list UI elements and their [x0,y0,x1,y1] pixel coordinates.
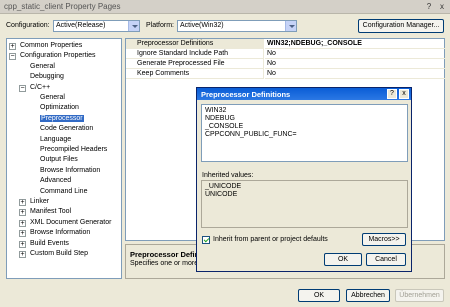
inherited-values-label: Inherited values: [202,172,254,179]
ok-button[interactable]: OK [298,289,340,302]
property-value[interactable]: No [265,49,445,59]
close-icon[interactable]: x [437,2,447,12]
property-name[interactable]: Ignore Standard Include Path [126,49,264,59]
tree-item-label: Code Generation [40,125,94,133]
inherited-values-box: _UNICODE UNICODE [201,180,408,228]
expand-icon[interactable]: + [19,199,26,206]
inherited-line: _UNICODE [205,183,242,190]
inherited-line: UNICODE [205,191,238,198]
tree-item[interactable]: Browse Information [29,166,100,176]
tree-item-label: Optimization [40,104,79,112]
definition-line: CPPCONN_PUBLIC_FUNC= [205,131,297,138]
configuration-value: Active(Release) [56,22,106,29]
help-icon[interactable]: ? [387,89,397,99]
tree-item-label: Browse Information [40,166,101,174]
tree-item[interactable]: Optimization [29,103,79,113]
tree-item[interactable]: − C/C++ [19,83,50,93]
platform-value: Active(Win32) [180,22,224,29]
expand-icon[interactable]: + [19,251,26,258]
apply-button[interactable]: Übernehmen [395,289,444,302]
platform-label: Platform: [146,22,175,29]
property-tree[interactable]: + Common Properties − Configuration Propert… [6,38,122,279]
configuration-label: Configuration: [6,22,50,29]
property-value[interactable]: No [265,69,445,79]
tree-item[interactable]: + Browse Information [19,228,90,238]
dialog-title-bar: Preprocessor Definitions ? x [197,88,411,100]
close-icon[interactable]: x [399,89,409,99]
dialog-title: Preprocessor Definitions [201,90,291,99]
window-title: cpp_static_client Property Pages [4,2,121,11]
expand-icon[interactable]: + [19,219,26,227]
definition-line: WIN32 [205,107,227,114]
tree-item[interactable]: Code Generation [29,124,93,134]
property-value[interactable]: No [265,59,445,69]
tree-item-label: Precompiled Headers [40,146,108,153]
tree-item[interactable]: General [19,62,55,72]
tree-item[interactable]: Debugging [19,72,64,82]
tree-item[interactable]: Command Line [29,187,87,197]
inherit-checkbox[interactable] [202,236,210,244]
help-icon[interactable]: ? [424,2,434,12]
macros-button[interactable]: Macros>> [362,233,406,246]
platform-select[interactable]: Active(Win32) [177,20,297,32]
preprocessor-definitions-dialog: Preprocessor Definitions ? x WIN32 NDEBU… [196,87,412,272]
dialog-ok-button[interactable]: OK [324,253,362,266]
tree-item-label: Custom Build Step [30,250,88,257]
tree-item-label: Advanced [40,177,72,185]
expand-icon[interactable]: + [19,230,26,238]
title-bar: cpp_static_client Property Pages ? x [0,0,450,14]
tree-item[interactable]: + Linker [19,197,49,207]
chevron-down-icon[interactable] [128,21,139,31]
tree-item-label: General [40,94,65,101]
definition-line: NDEBUG [205,115,235,122]
tree-item[interactable]: + Custom Build Step [19,249,88,259]
definition-line: _CONSOLE [205,123,244,130]
tree-item-label: Build Events [30,239,69,247]
tree-item-label: Manifest Tool [30,208,72,216]
property-name[interactable]: Preprocessor Definitions [126,39,264,49]
tree-item[interactable]: Language [29,135,71,145]
chevron-down-icon[interactable] [285,21,296,31]
dialog-cancel-button[interactable]: Cancel [366,253,406,266]
tree-item[interactable]: General [29,93,65,103]
tree-item-label: Debugging [30,73,64,81]
description-title: Preprocessor Defini [130,250,202,259]
tree-item-label: Linker [30,198,50,205]
expand-icon[interactable]: + [19,209,26,217]
definitions-textbox[interactable]: WIN32 NDEBUG _CONSOLE CPPCONN_PUBLIC_FUN… [201,104,408,162]
tree-item-label: General [30,62,55,70]
expand-icon[interactable]: + [9,43,16,50]
tree-item-label: C/C++ [30,83,51,91]
tree-item[interactable]: Advanced [29,176,71,186]
property-name[interactable]: Generate Preprocessed File [126,59,264,69]
tree-item[interactable]: + Common Properties [9,41,82,51]
expand-icon[interactable]: + [19,240,26,248]
property-value[interactable]: WIN32;NDEBUG;_CONSOLE [265,39,445,49]
tree-item-label: Preprocessor [40,114,84,122]
tree-item[interactable]: Output Files [29,155,78,165]
tree-item-label: Configuration Properties [20,52,96,60]
cancel-button[interactable]: Abbrechen [346,289,390,302]
tree-item-label: Browse Information [30,229,91,237]
configuration-select[interactable]: Active(Release) [53,20,140,32]
collapse-icon[interactable]: − [19,84,26,92]
tree-item-label: Output Files [40,156,78,164]
configuration-manager-button[interactable]: Configuration Manager... [358,19,444,33]
tree-item-label: Command Line [40,187,88,195]
tree-item[interactable]: + XML Document Generator [19,218,111,228]
tree-item[interactable]: Precompiled Headers [29,145,107,155]
tree-item[interactable]: + Manifest Tool [19,207,71,217]
property-name[interactable]: Keep Comments [126,69,264,79]
tree-item[interactable]: − Configuration Properties [9,51,96,61]
description-text: Specifies one or more [130,260,199,267]
inherit-checkbox-label: Inherit from parent or project defaults [213,236,328,243]
tree-item-label: Language [40,135,72,143]
collapse-icon[interactable]: − [9,53,16,61]
tree-item[interactable]: + Build Events [19,239,69,249]
tree-item[interactable]: Preprocessor [29,114,84,124]
tree-item-label: Common Properties [20,42,83,49]
tree-item-label: XML Document Generator [30,218,112,226]
